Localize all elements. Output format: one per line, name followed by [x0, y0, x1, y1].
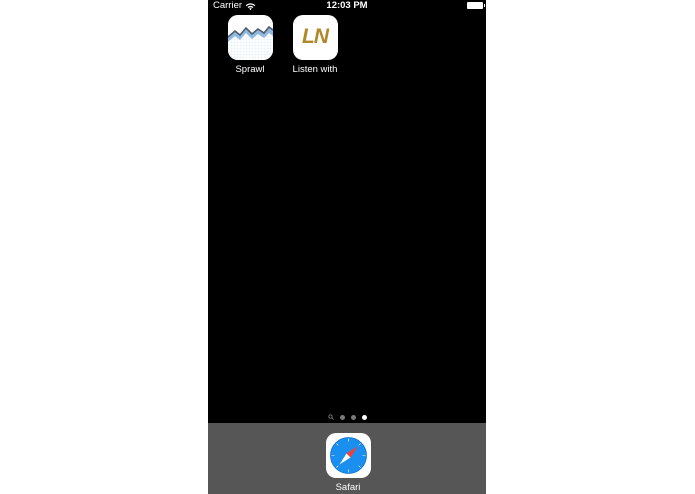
status-time: 12:03 PM	[326, 0, 368, 11]
page-dot	[339, 414, 345, 420]
app-sprawl[interactable]: Sprawl	[220, 15, 280, 75]
dock: Safari	[208, 423, 486, 494]
sprawl-app-icon	[227, 15, 273, 60]
status-bar: Carrier 12:03 PM	[208, 0, 486, 12]
search-page-icon	[327, 414, 334, 420]
phone-screen: Carrier 12:03 PM Sprawl LN Listen with S…	[208, 0, 486, 494]
ln-icon-text: LN	[302, 25, 329, 48]
app-label: Safari	[335, 482, 361, 493]
page-dot-current	[361, 414, 367, 420]
app-label: Listen with	[292, 64, 338, 75]
battery-icon	[467, 2, 485, 9]
app-listen-with[interactable]: LN Listen with	[285, 15, 345, 75]
page-indicator[interactable]	[208, 413, 486, 421]
dock-app-safari[interactable]: Safari	[318, 433, 378, 493]
page-dot	[350, 414, 356, 420]
ln-app-icon: LN	[292, 15, 338, 60]
app-label: Sprawl	[235, 64, 265, 75]
safari-icon	[325, 433, 371, 478]
